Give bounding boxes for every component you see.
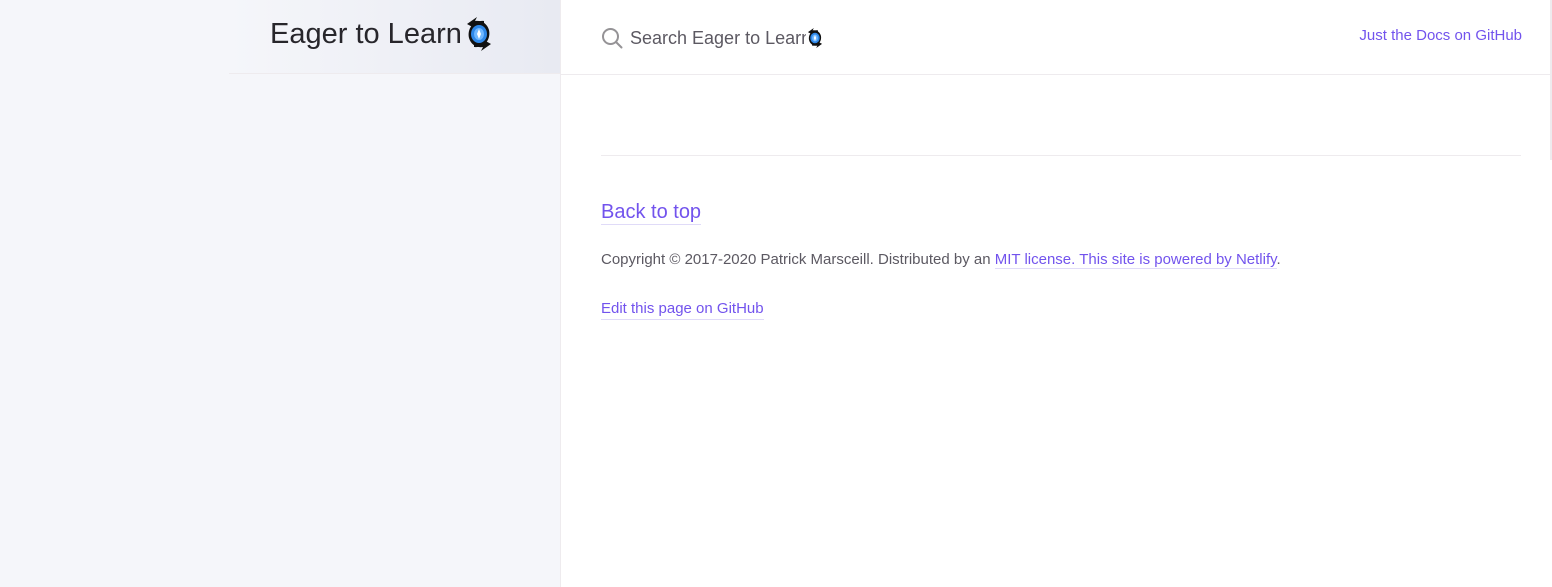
site-title-text: Eager to Learn [270, 17, 462, 50]
copyright-period: . [1276, 251, 1281, 268]
netlify-link[interactable]: This site is powered by Netlify [1079, 251, 1277, 269]
main-header: Just the Docs on GitHub [561, 0, 1552, 75]
sidebar [0, 0, 560, 587]
search-icon [602, 28, 623, 49]
site-title-link[interactable]: Eager to Learn [270, 17, 494, 51]
search-bar [601, 24, 824, 52]
search-input[interactable] [630, 27, 806, 49]
footer-divider [601, 155, 1521, 156]
site-header: Eager to Learn [229, 0, 560, 74]
edit-on-github-link[interactable]: Edit this page on GitHub [601, 299, 764, 320]
aux-nav-github-link[interactable]: Just the Docs on GitHub [1359, 27, 1522, 44]
page: Eager to Learn Search Eager to Learn Jus… [0, 0, 1552, 587]
copyright-prefix: Copyright © 2017-2020 Patrick Marsceill.… [601, 251, 995, 268]
main-content: Just the Docs on GitHub Back to top Copy… [560, 0, 1552, 587]
mit-license-link[interactable]: MIT license. [994, 251, 1076, 269]
back-to-top-link[interactable]: Back to top [601, 200, 702, 225]
swirl-logo-icon [466, 17, 491, 51]
copyright-text: Copyright © 2017-2020 Patrick Marsceill.… [601, 250, 1281, 270]
swirl-logo-icon [807, 28, 823, 48]
